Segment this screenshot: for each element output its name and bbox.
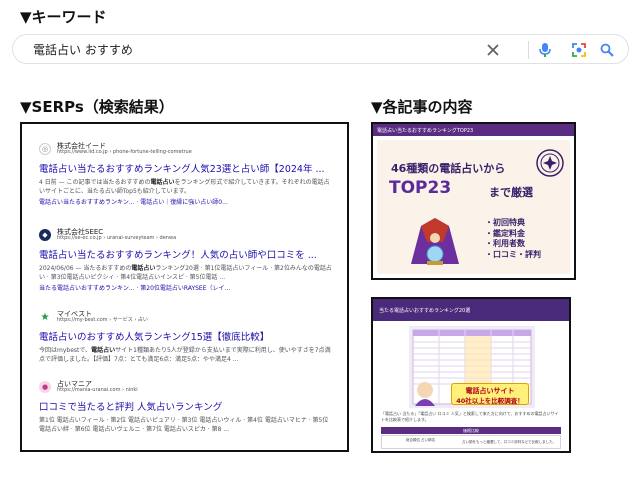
serps-heading: ▼SERPs（検索結果） <box>20 98 174 116</box>
search-icon[interactable] <box>597 40 617 60</box>
result-title-link[interactable]: 電話占い当たるおすすめランキング人気23選と占い師【2024年 ... <box>39 163 334 176</box>
moon-star-logo-icon <box>536 149 564 177</box>
lens-icon[interactable] <box>569 40 589 60</box>
result-snippet: 第1位 電話占いフィール · 第2位 電話占いピュアリ · 第3位 電話占いウィ… <box>39 417 329 433</box>
article-eyecatch: 46種類の電話占いから TOP23 まで厳選 ・初回特典 ・鑑定料金 ・利用者数… <box>377 140 570 274</box>
article-thumbnail-1[interactable]: 電話占い当たるおすすめランキングTOP23 46種類の電話占いから TOP23 … <box>371 122 576 280</box>
eyecatch-line1: 46種類の電話占いから <box>391 162 506 175</box>
serp-result[interactable]: ● 占いマニア https://mania-uranai.com › ninki… <box>39 376 334 434</box>
serp-result[interactable]: ◆ 株式会社SEEC https://se-ec.co.jp › uranai-… <box>39 224 334 292</box>
bullet-item: ・口コミ・評判 <box>485 249 541 259</box>
bullet-item: ・利用者数 <box>485 239 525 248</box>
result-sitelinks[interactable]: 電話占い当たるおすすめランキン... · 電話占い｜復縁に強い占い師0... <box>39 197 334 206</box>
comparison-badge: 電話占いサイト 40社以上を比較調査！ <box>451 383 529 405</box>
bullet-item: ・初回特典 <box>485 218 525 227</box>
site-favicon-icon: ◎ <box>39 143 51 155</box>
article-header: 電話占い当たるおすすめランキングTOP23 <box>373 124 574 136</box>
article-header: 当たる電話占いおすすめランキング20選 <box>373 299 569 321</box>
site-favicon-icon: ● <box>39 381 51 393</box>
site-favicon-icon: ★ <box>39 311 51 323</box>
site-url[interactable]: https://se-ec.co.jp › uranai-surveyteam … <box>57 235 176 242</box>
result-title-link[interactable]: 口コミで当たると評判 人気占いランキング <box>39 401 334 414</box>
result-title-link[interactable]: 電話占いのおすすめ人気ランキング15選【徹底比較】 <box>39 331 334 344</box>
search-bar[interactable]: 電話占い おすすめ <box>12 34 629 64</box>
close-icon[interactable] <box>483 40 503 60</box>
eyecatch-top23: TOP23 <box>389 178 452 198</box>
result-snippet: 今回はmybestで、電話占いサイト1種類あたり5人が登録から支払いまで実際に利… <box>39 347 331 363</box>
articles-heading: ▼各記事の内容 <box>371 98 473 116</box>
serp-panel: ◎ 株式会社イード https://www.iid.co.jp › phone-… <box>20 122 349 452</box>
price-comparison-bar: 価格比較 <box>381 427 561 434</box>
serp-result[interactable]: ◎ 株式会社イード https://www.iid.co.jp › phone-… <box>39 138 334 206</box>
site-favicon-icon: ◆ <box>39 229 51 241</box>
mic-icon[interactable] <box>535 40 555 60</box>
site-url[interactable]: https://my-best.com › サービス › 占い <box>57 317 148 324</box>
result-snippet: 2024/06/06 — 当たるおすすめの電話占いランキング20選 · 第1位電… <box>39 265 332 281</box>
search-divider <box>528 41 529 59</box>
feature-bullets: ・初回特典 ・鑑定料金 ・利用者数 ・口コミ・評判 <box>485 218 541 260</box>
eyecatch-line2: まで厳選 <box>489 186 533 199</box>
site-url[interactable]: https://www.iid.co.jp › phone-fortune-te… <box>57 149 192 156</box>
article-thumbnail-2[interactable]: 当たる電話占いおすすめランキング20選 電話占いサイト 40社以上を比較調査！ … <box>371 297 571 453</box>
result-snippet: 4 日前 — この記事では当たるおすすめの電話占いをランキング形式で紹介していき… <box>39 179 330 195</box>
result-title-link[interactable]: 電話占い当たるおすすめランキング！人気の占い師や口コミを ... <box>39 249 334 262</box>
serp-result[interactable]: ★ マイベスト https://my-best.com › サービス › 占い … <box>39 306 334 364</box>
search-input[interactable]: 電話占い おすすめ <box>33 41 133 58</box>
site-url[interactable]: https://mania-uranai.com › ninki <box>57 387 138 394</box>
result-sitelinks[interactable]: 当たる電話占いおすすめランキン... · 第20位電話占いRAYSEE（レイ..… <box>39 283 334 292</box>
comparison-row: 総合順位 占い師名 占い師をもっと厳選して、口コミ評判などで比較しました。 <box>381 435 561 449</box>
article-intro-text: 「電話占い 当たる」「電話占い 口コミ 人気」と検索して来た方に向けて、おすすめ… <box>381 411 559 422</box>
bullet-item: ・鑑定料金 <box>485 228 525 238</box>
keyword-heading: ▼キーワード <box>20 8 107 26</box>
fortune-teller-illustration-icon <box>411 218 459 265</box>
